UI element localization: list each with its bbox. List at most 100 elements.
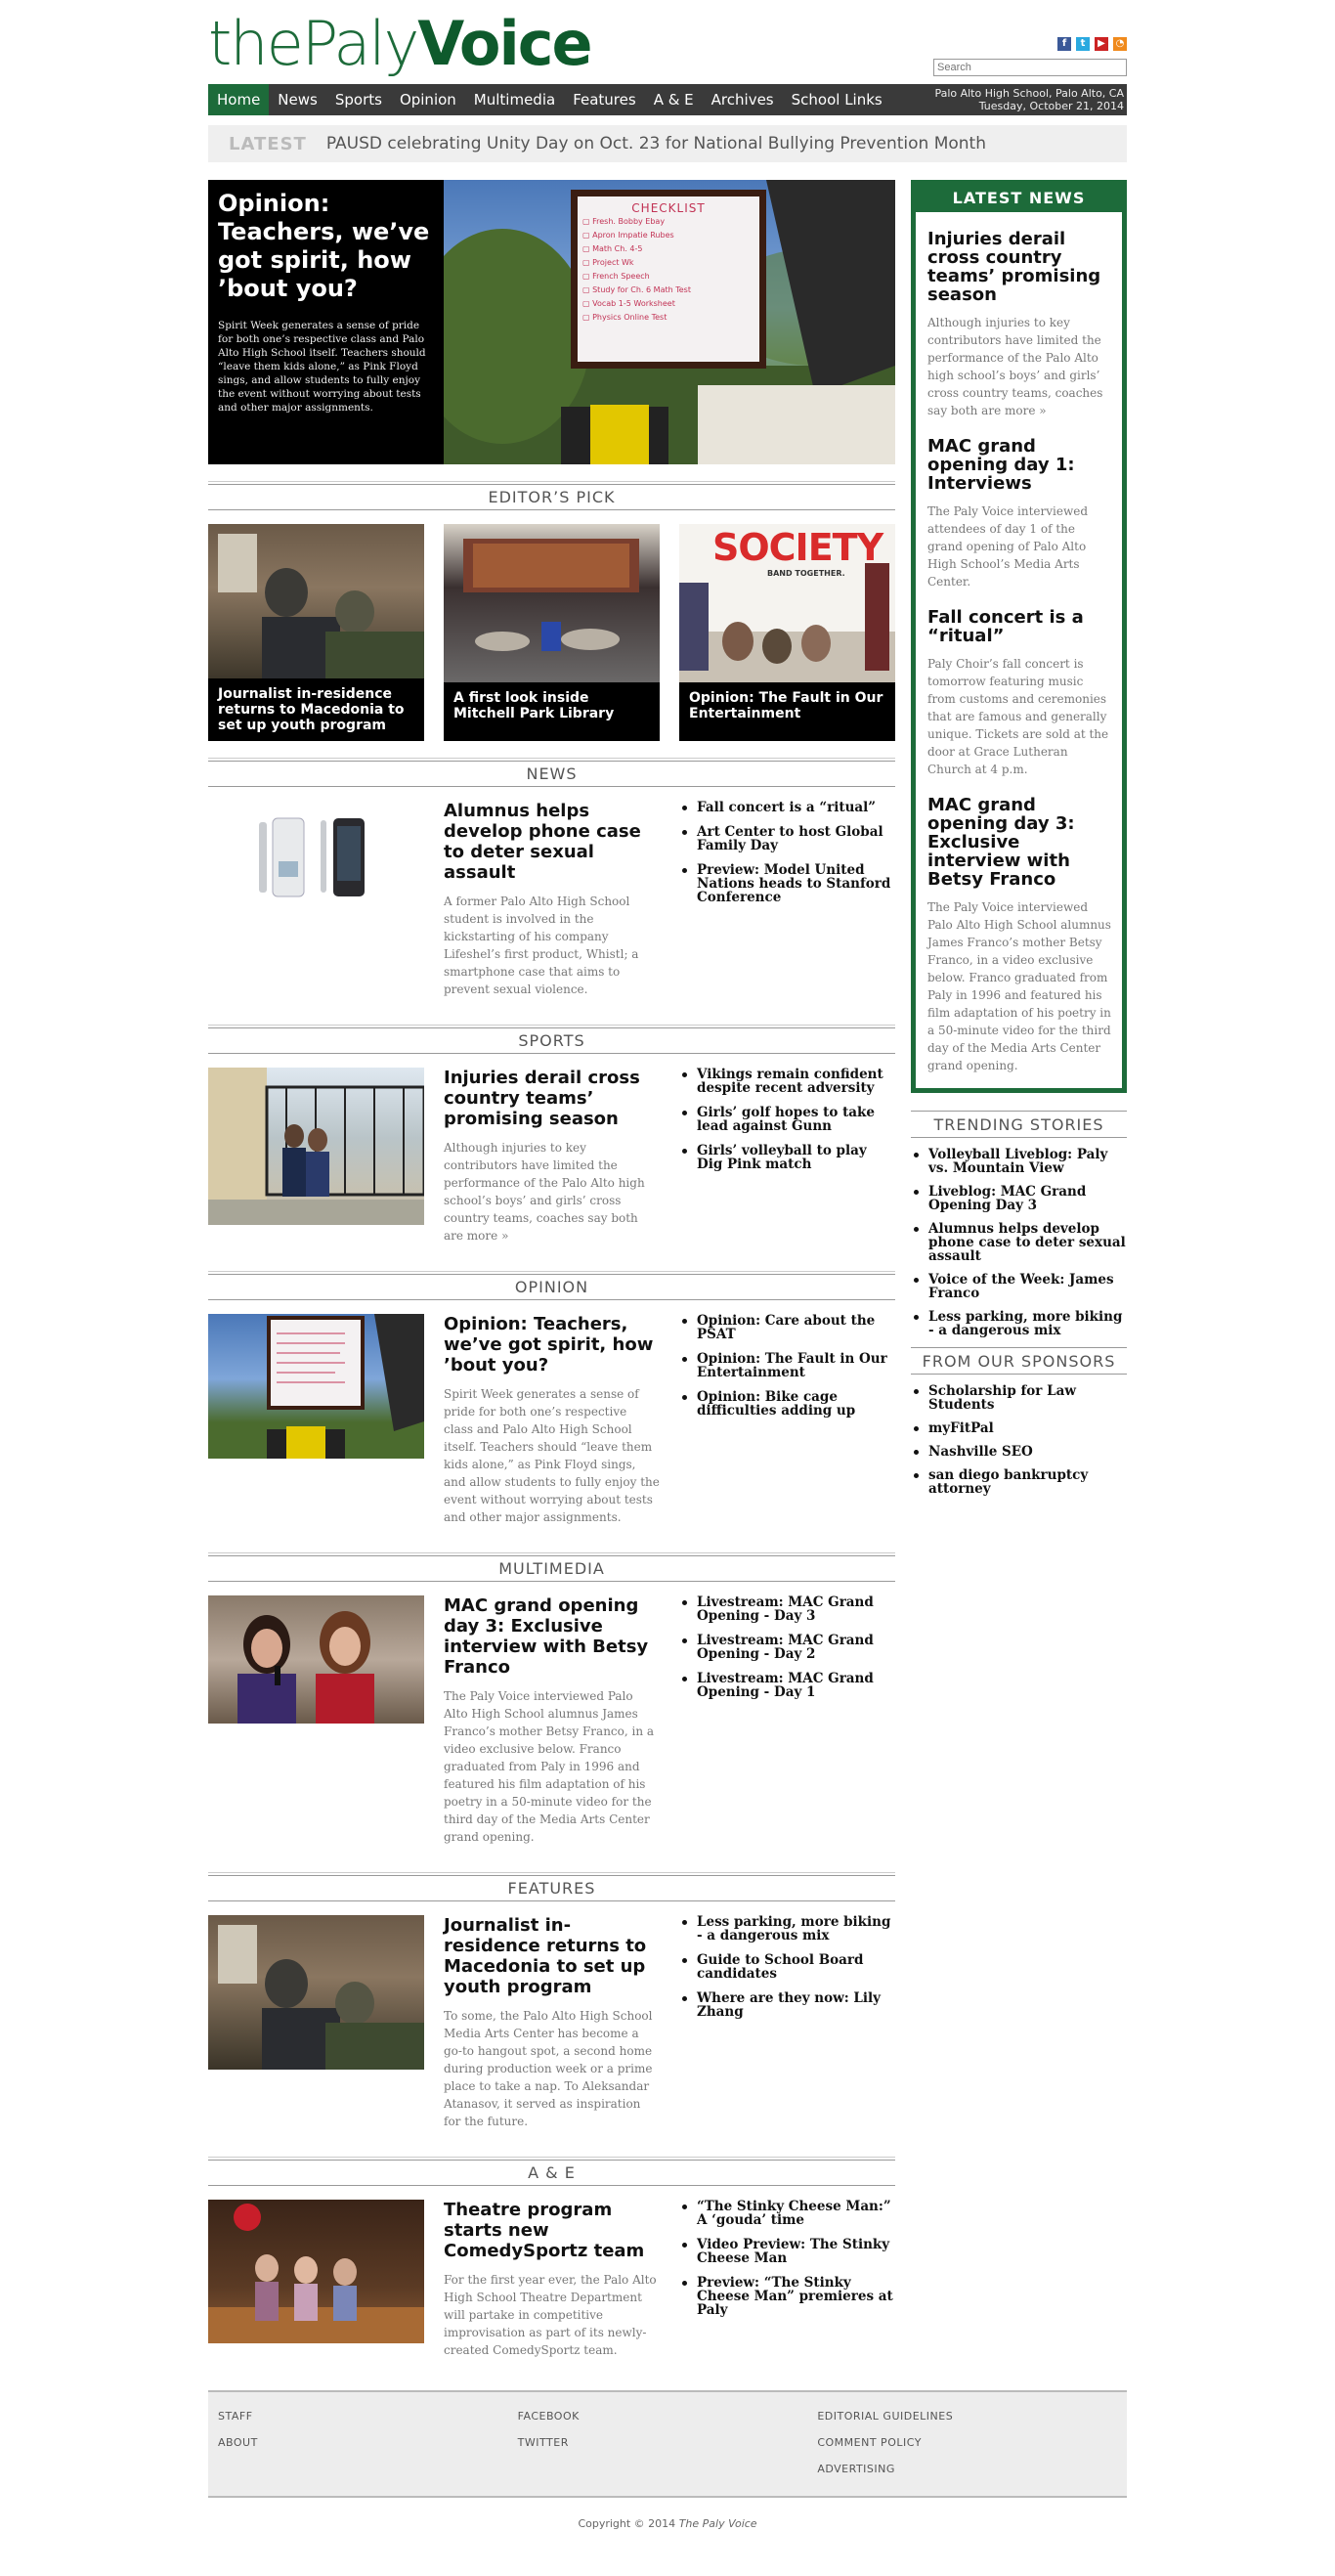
- rss-icon[interactable]: ◔: [1113, 37, 1127, 51]
- ae-lead-title[interactable]: Theatre program starts new ComedySportz …: [444, 2200, 660, 2261]
- latest-news-title[interactable]: MAC grand opening day 3: Exclusive inter…: [927, 796, 1112, 889]
- list-item[interactable]: Vikings remain confident despite recent …: [679, 1068, 895, 1095]
- nav-features[interactable]: Features: [564, 84, 645, 115]
- list-item[interactable]: Livestream: MAC Grand Opening - Day 3: [679, 1595, 895, 1623]
- sports-image[interactable]: [208, 1068, 424, 1225]
- list-item[interactable]: Volleyball Liveblog: Paly vs. Mountain V…: [911, 1148, 1127, 1175]
- opinion-section: Opinion: Teachers, we’ve got spirit, how…: [208, 1314, 895, 1536]
- featured-image[interactable]: CHECKLIST ▢ Fresh. Bobby Ebay ▢ Apron Imp…: [444, 180, 895, 464]
- nav-opinion[interactable]: Opinion: [391, 84, 465, 115]
- features-image[interactable]: [208, 1915, 424, 2070]
- nav-ae[interactable]: A & E: [645, 84, 703, 115]
- list-item[interactable]: Less parking, more biking - a dangerous …: [679, 1915, 895, 1943]
- nav-sports[interactable]: Sports: [326, 84, 391, 115]
- pick-caption[interactable]: Opinion: The Fault in Our Entertainment: [679, 682, 895, 741]
- footer-link-advertising[interactable]: ADVERTISING: [817, 2463, 1117, 2475]
- twitter-icon[interactable]: t: [1076, 37, 1090, 51]
- date-text: Tuesday, October 21, 2014: [978, 100, 1124, 112]
- list-item[interactable]: Alumnus helps develop phone case to dete…: [911, 1222, 1127, 1263]
- news-image[interactable]: [208, 801, 424, 908]
- list-item[interactable]: Opinion: The Fault in Our Entertainment: [679, 1352, 895, 1379]
- pick-caption[interactable]: A first look inside Mitchell Park Librar…: [444, 682, 660, 741]
- pick-caption[interactable]: Journalist in-residence returns to Maced…: [208, 678, 424, 741]
- trending-heading: TRENDING STORIES: [911, 1111, 1127, 1138]
- features-lead-title[interactable]: Journalist in-residence returns to Maced…: [444, 1915, 660, 1997]
- footer-link-about[interactable]: ABOUT: [218, 2436, 518, 2449]
- list-item[interactable]: Video Preview: The Stinky Cheese Man: [679, 2238, 895, 2265]
- featured-story: Opinion: Teachers, we’ve got spirit, how…: [208, 180, 895, 464]
- facebook-icon[interactable]: f: [1057, 37, 1071, 51]
- footer-link-staff[interactable]: STAFF: [218, 2410, 518, 2423]
- editors-pick-card[interactable]: A first look inside Mitchell Park Librar…: [444, 524, 660, 741]
- list-item[interactable]: Art Center to host Global Family Day: [679, 825, 895, 852]
- footer-link-facebook[interactable]: FACEBOOK: [518, 2410, 818, 2423]
- multimedia-lead-summary: The Paly Voice interviewed Palo Alto Hig…: [444, 1689, 655, 1844]
- editors-pick-card[interactable]: Journalist in-residence returns to Maced…: [208, 524, 424, 741]
- pick-image: [208, 524, 424, 682]
- section-heading-opinion: OPINION: [208, 1271, 895, 1300]
- opinion-image[interactable]: [208, 1314, 424, 1459]
- latest-news-summary: Although injuries to key contributors ha…: [927, 316, 1103, 417]
- list-item[interactable]: Livestream: MAC Grand Opening - Day 1: [679, 1672, 895, 1699]
- list-item[interactable]: Preview: “The Stinky Cheese Man” premier…: [679, 2276, 895, 2317]
- site-logo[interactable]: thePalyVoice: [208, 14, 593, 74]
- featured-title[interactable]: Opinion: Teachers, we’ve got spirit, how…: [218, 190, 434, 303]
- editors-pick-card[interactable]: SOCIETY BAND TOGETHER. Opinion: The Faul…: [679, 524, 895, 741]
- board-item: ▢ Vocab 1-5 Worksheet: [582, 299, 675, 308]
- editors-pick-row: Journalist in-residence returns to Maced…: [208, 524, 895, 741]
- list-item[interactable]: Fall concert is a “ritual”: [679, 801, 895, 814]
- site-footer: STAFF ABOUT FACEBOOK TWITTER EDITORIAL G…: [208, 2390, 1127, 2498]
- list-item[interactable]: Less parking, more biking - a dangerous …: [911, 1310, 1127, 1337]
- section-heading-news: NEWS: [208, 758, 895, 787]
- list-item[interactable]: Nashville SEO: [911, 1445, 1127, 1459]
- sports-lead-title[interactable]: Injuries derail cross country teams’ pro…: [444, 1068, 660, 1129]
- footer-link-comment-policy[interactable]: COMMENT POLICY: [817, 2436, 1117, 2449]
- list-item[interactable]: san diego bankruptcy attorney: [911, 1468, 1127, 1496]
- nav-school-links[interactable]: School Links: [783, 84, 891, 115]
- latest-news-heading: LATEST NEWS: [916, 185, 1122, 212]
- list-item[interactable]: Scholarship for Law Students: [911, 1384, 1127, 1412]
- list-item[interactable]: Where are they now: Lily Zhang: [679, 1991, 895, 2019]
- sports-list: Vikings remain confident despite recent …: [679, 1068, 895, 1244]
- latest-news-summary: The Paly Voice interviewed attendees of …: [927, 504, 1089, 589]
- nav-archives[interactable]: Archives: [703, 84, 783, 115]
- list-item[interactable]: Opinion: Care about the PSAT: [679, 1314, 895, 1341]
- checklist-board: CHECKLIST ▢ Fresh. Bobby Ebay ▢ Apron Imp…: [582, 201, 754, 325]
- ae-list: “The Stinky Cheese Man:” A ‘gouda’ time …: [679, 2200, 895, 2359]
- features-lead-summary: To some, the Palo Alto High School Media…: [444, 2009, 653, 2128]
- footer-link-editorial-guidelines[interactable]: EDITORIAL GUIDELINES: [817, 2410, 1117, 2423]
- opinion-lead-title[interactable]: Opinion: Teachers, we’ve got spirit, how…: [444, 1314, 660, 1375]
- search-input[interactable]: [933, 59, 1127, 76]
- youtube-icon[interactable]: ▶: [1095, 37, 1108, 51]
- list-item[interactable]: myFitPal: [911, 1421, 1127, 1435]
- list-item[interactable]: Voice of the Week: James Franco: [911, 1273, 1127, 1300]
- list-item[interactable]: Girls’ golf hopes to take lead against G…: [679, 1106, 895, 1133]
- news-list: Fall concert is a “ritual” Art Center to…: [679, 801, 895, 998]
- ae-image[interactable]: [208, 2200, 424, 2343]
- nav-multimedia[interactable]: Multimedia: [465, 84, 564, 115]
- ae-section: Theatre program starts new ComedySportz …: [208, 2200, 895, 2369]
- list-item[interactable]: Guide to School Board candidates: [679, 1953, 895, 1981]
- list-item[interactable]: Livestream: MAC Grand Opening - Day 2: [679, 1634, 895, 1661]
- list-item[interactable]: Liveblog: MAC Grand Opening Day 3: [911, 1185, 1127, 1212]
- section-heading-ae: A & E: [208, 2157, 895, 2186]
- nav-home[interactable]: Home: [208, 84, 270, 115]
- board-item: ▢ Study for Ch. 6 Math Test: [582, 285, 691, 294]
- latest-news-title[interactable]: MAC grand opening day 1: Interviews: [927, 437, 1112, 493]
- nav-news[interactable]: News: [269, 84, 326, 115]
- latest-news-title[interactable]: Fall concert is a “ritual”: [927, 608, 1112, 645]
- latest-news-title[interactable]: Injuries derail cross country teams’ pro…: [927, 230, 1112, 304]
- pick-image: [444, 524, 660, 682]
- list-item[interactable]: Opinion: Bike cage difficulties adding u…: [679, 1390, 895, 1418]
- list-item[interactable]: “The Stinky Cheese Man:” A ‘gouda’ time: [679, 2200, 895, 2227]
- multimedia-image[interactable]: [208, 1595, 424, 1724]
- list-item[interactable]: Girls’ volleyball to play Dig Pink match: [679, 1144, 895, 1171]
- poster-title: SOCIETY: [712, 526, 883, 569]
- multimedia-lead-title[interactable]: MAC grand opening day 3: Exclusive inter…: [444, 1595, 660, 1678]
- footer-column: FACEBOOK TWITTER: [518, 2410, 818, 2478]
- footer-link-twitter[interactable]: TWITTER: [518, 2436, 818, 2449]
- latest-headline[interactable]: PAUSD celebrating Unity Day on Oct. 23 f…: [326, 134, 986, 153]
- list-item[interactable]: Preview: Model United Nations heads to S…: [679, 863, 895, 904]
- opinion-lead-summary: Spirit Week generates a sense of pride f…: [444, 1387, 660, 1524]
- news-lead-title[interactable]: Alumnus helps develop phone case to dete…: [444, 801, 660, 883]
